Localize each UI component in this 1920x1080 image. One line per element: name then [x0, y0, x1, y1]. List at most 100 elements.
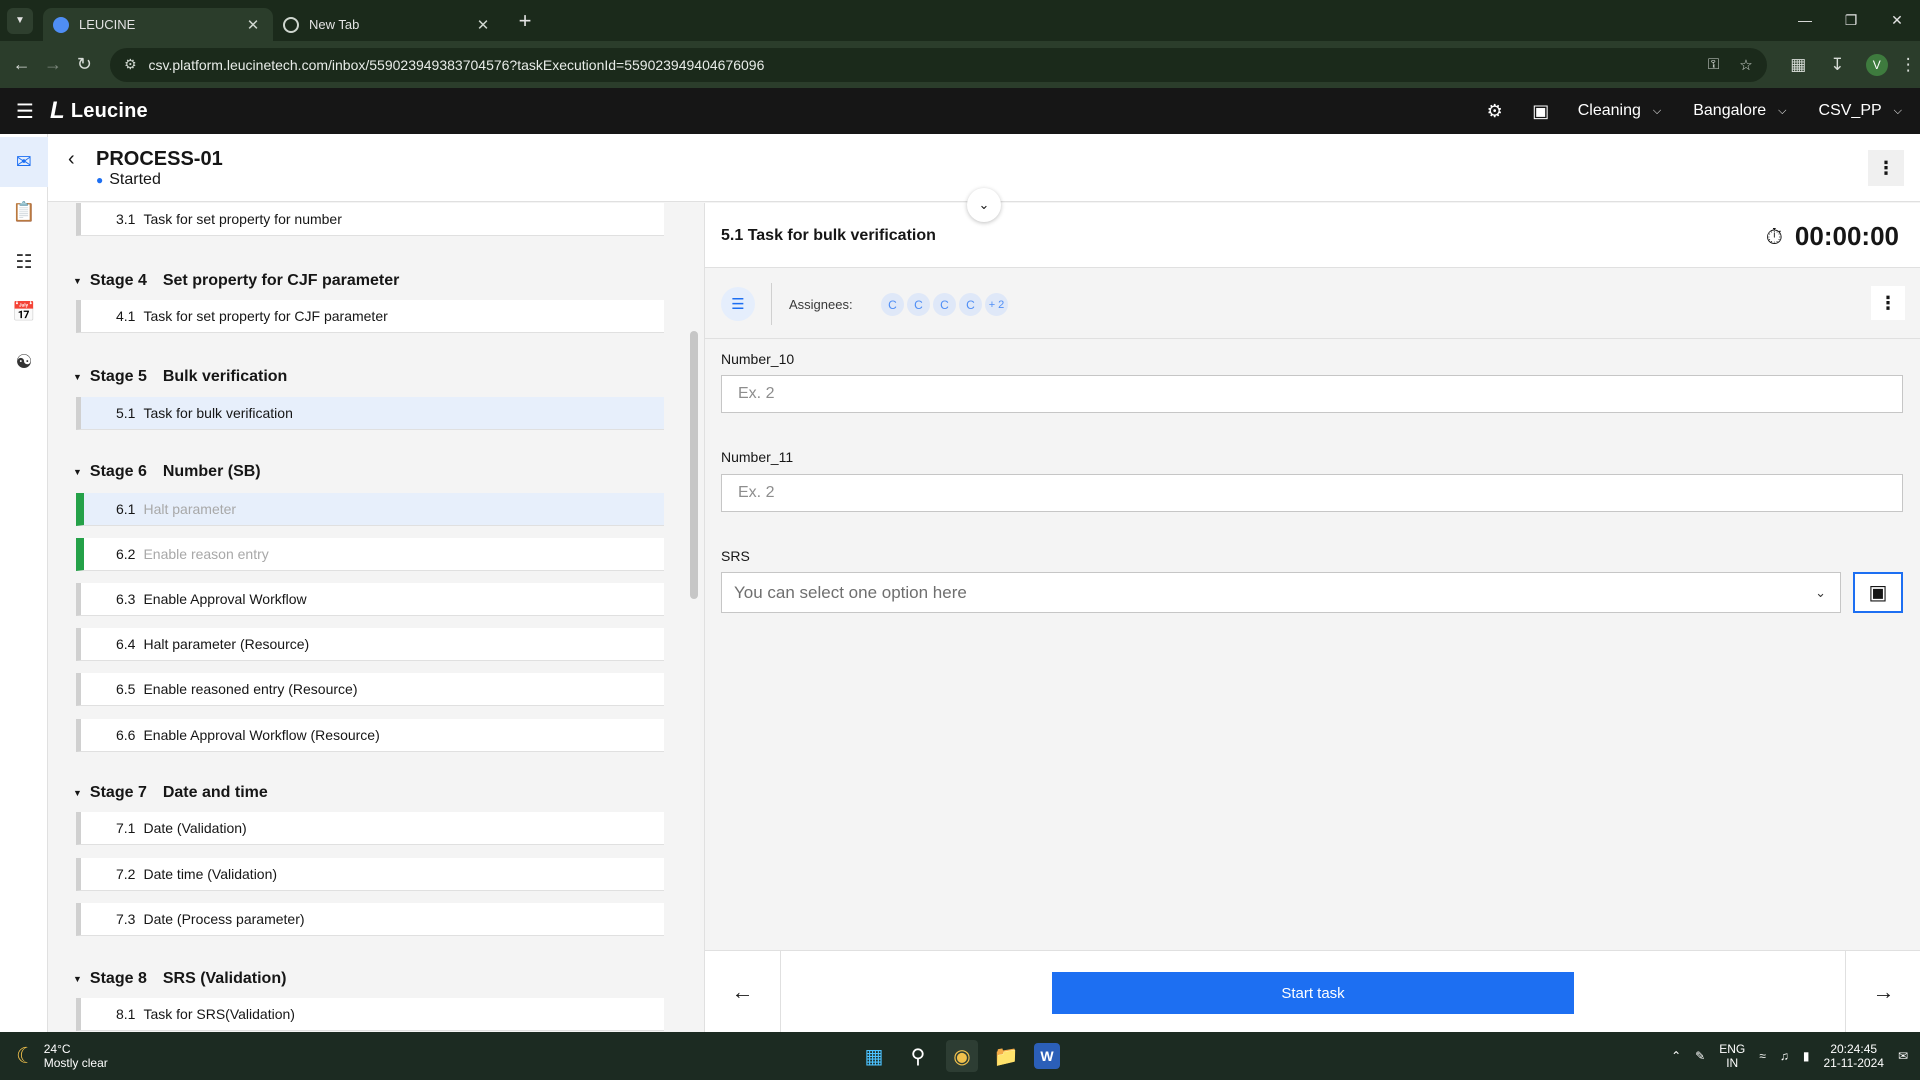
profile-avatar[interactable]: V	[1866, 53, 1888, 76]
restore-icon[interactable]: ❐	[1828, 12, 1874, 29]
tab-search-button[interactable]: ▼	[7, 7, 33, 34]
nav-checklists[interactable]: ☷	[0, 237, 48, 287]
task-more-options-button[interactable]: ⋮	[1871, 286, 1905, 320]
browser-tab-leucine[interactable]: LEUCINE ✕	[43, 8, 273, 41]
brand-logo[interactable]: L Leucine	[50, 97, 148, 125]
site-info-icon[interactable]: ⚙	[124, 56, 137, 73]
chevron-up-icon[interactable]: ⌃	[1671, 1049, 1681, 1063]
assignee-avatars[interactable]: C C C C + 2	[879, 291, 1010, 318]
chevron-down-icon: ⌄	[1815, 584, 1826, 600]
stage-number: Stage 6	[89, 463, 147, 480]
task-number: 4.1	[116, 308, 136, 324]
battery-icon[interactable]: ▮	[1803, 1049, 1810, 1063]
scan-icon[interactable]: ▣	[1518, 101, 1564, 122]
task-item[interactable]: 7.3 Date (Process parameter)	[76, 903, 664, 936]
minimize-icon[interactable]: —	[1782, 12, 1828, 29]
inbox-icon: ✉	[16, 151, 32, 173]
checklist-icon[interactable]: ☰	[721, 287, 755, 321]
facility-selector[interactable]: Bangalore ⌵	[1679, 102, 1804, 120]
collapse-header-button[interactable]: ⌄	[967, 188, 1001, 222]
chrome-favicon-icon	[283, 16, 299, 33]
avatar: C	[931, 291, 958, 318]
task-item[interactable]: 6.6 Enable Approval Workflow (Resource)	[76, 719, 664, 752]
hamburger-menu-icon[interactable]: ☰	[0, 99, 50, 124]
close-icon[interactable]: ✕	[243, 16, 263, 34]
task-item[interactable]: 6.4 Halt parameter (Resource)	[76, 628, 664, 661]
bookmark-star-icon[interactable]: ☆	[1739, 56, 1752, 74]
download-icon[interactable]: ↧	[1818, 55, 1857, 75]
scan-icon: ▣	[1868, 582, 1888, 604]
reload-icon[interactable]: ↻	[69, 54, 100, 75]
close-icon[interactable]: ✕	[473, 16, 493, 34]
use-case-selector[interactable]: Cleaning ⌵	[1564, 102, 1680, 120]
task-item[interactable]: 6.1 Halt parameter	[76, 493, 664, 526]
wifi-icon[interactable]: ≈	[1759, 1049, 1766, 1063]
number-11-input[interactable]: Ex. 2	[721, 474, 1903, 512]
task-item[interactable]: 6.2 Enable reason entry	[76, 538, 664, 571]
extensions-icon[interactable]: ▦	[1779, 55, 1818, 75]
task-number: 6.4	[116, 636, 136, 652]
browser-menu-icon[interactable]: ⋮	[1897, 55, 1920, 75]
more-options-button[interactable]: ⋮	[1868, 150, 1904, 186]
stage-list-scrollbar[interactable]	[690, 331, 698, 599]
task-label: Task for set property for number	[143, 211, 342, 227]
number-10-input[interactable]: Ex. 2	[721, 375, 1903, 413]
use-case-label: Cleaning	[1577, 102, 1641, 119]
stage-header[interactable]: ▼ Stage 6 Number (SB)	[73, 463, 261, 481]
task-number: 6.6	[116, 727, 136, 743]
file-explorer-icon[interactable]: 📁	[990, 1040, 1022, 1072]
window-close-icon[interactable]: ✕	[1874, 12, 1920, 29]
nav-jobs[interactable]: 📋	[0, 187, 48, 237]
windows-start-icon[interactable]: ▦	[858, 1040, 890, 1072]
nav-inbox[interactable]: ✉	[0, 137, 48, 187]
task-number: 6.1	[116, 501, 136, 517]
clock[interactable]: 20:24:45 21-11-2024	[1823, 1042, 1884, 1070]
password-key-icon[interactable]: ⚿	[1708, 56, 1719, 74]
forward-arrow-icon[interactable]: →	[37, 54, 68, 75]
left-nav-rail: ✉ 📋 ☷ 📅 ☯	[0, 134, 48, 1032]
hierarchy-icon: ☯	[15, 351, 33, 373]
settings-gear-icon[interactable]: ⚙	[1472, 101, 1518, 122]
task-item[interactable]: 6.5 Enable reasoned entry (Resource)	[76, 673, 664, 706]
task-item-selected[interactable]: 5.1 Task for bulk verification	[76, 397, 664, 430]
task-item[interactable]: 7.1 Date (Validation)	[76, 812, 664, 845]
browser-tab-new[interactable]: New Tab ✕	[273, 8, 503, 41]
user-menu[interactable]: CSV_PP ⌵	[1805, 102, 1920, 120]
nav-ontology[interactable]: ☯	[0, 337, 48, 387]
moon-icon: ☾	[16, 1043, 36, 1068]
nav-calendar[interactable]: 📅	[0, 287, 48, 337]
stage-header[interactable]: ▼ Stage 4 Set property for CJF parameter	[73, 272, 399, 290]
back-chevron-icon[interactable]: ‹	[68, 148, 75, 171]
checklist-icon: ☷	[15, 251, 33, 273]
language-indicator[interactable]: ENG IN	[1719, 1042, 1745, 1070]
start-task-button[interactable]: Start task	[1052, 972, 1574, 1014]
task-item[interactable]: 8.1 Task for SRS(Validation)	[76, 998, 664, 1031]
assignee-bar: ☰ Assignees: C C C C + 2 ⋮	[705, 269, 1920, 339]
stage-header[interactable]: ▼ Stage 5 Bulk verification	[73, 368, 287, 386]
stage-header[interactable]: ▼ Stage 8 SRS (Validation)	[73, 970, 286, 988]
task-item[interactable]: 4.1 Task for set property for CJF paramet…	[76, 300, 664, 333]
back-arrow-icon[interactable]: ←	[6, 54, 37, 75]
notification-pen-icon[interactable]: ✎	[1695, 1049, 1705, 1063]
task-item[interactable]: 6.3 Enable Approval Workflow	[76, 583, 664, 616]
next-task-button[interactable]: →	[1845, 951, 1920, 1033]
previous-task-button[interactable]: ←	[705, 951, 781, 1033]
search-icon[interactable]: ⚲	[902, 1040, 934, 1072]
task-item[interactable]: 3.1 Task for set property for number	[76, 203, 664, 236]
chrome-app-icon[interactable]: ◉	[946, 1040, 978, 1072]
task-number: 6.5	[116, 681, 136, 697]
user-label: CSV_PP	[1818, 102, 1882, 119]
task-item[interactable]: 7.2 Date time (Validation)	[76, 858, 664, 891]
srs-select[interactable]: You can select one option here ⌄	[721, 572, 1841, 613]
scan-code-button[interactable]: ▣	[1853, 572, 1903, 613]
weather-widget[interactable]: ☾ 24°C Mostly clear	[16, 1042, 108, 1070]
field-label: Number_10	[721, 351, 795, 367]
volume-icon[interactable]: ♫	[1780, 1049, 1789, 1063]
task-number: 3.1	[116, 211, 136, 227]
stage-header[interactable]: ▼ Stage 7 Date and time	[73, 784, 268, 802]
new-tab-button[interactable]: +	[509, 8, 541, 34]
notifications-icon[interactable]: ✉	[1898, 1049, 1908, 1063]
omnibox[interactable]: ⚙ csv.platform.leucinetech.com/inbox/559…	[109, 47, 1767, 82]
tab-title: New Tab	[309, 17, 360, 32]
word-app-icon[interactable]: W	[1034, 1043, 1060, 1069]
